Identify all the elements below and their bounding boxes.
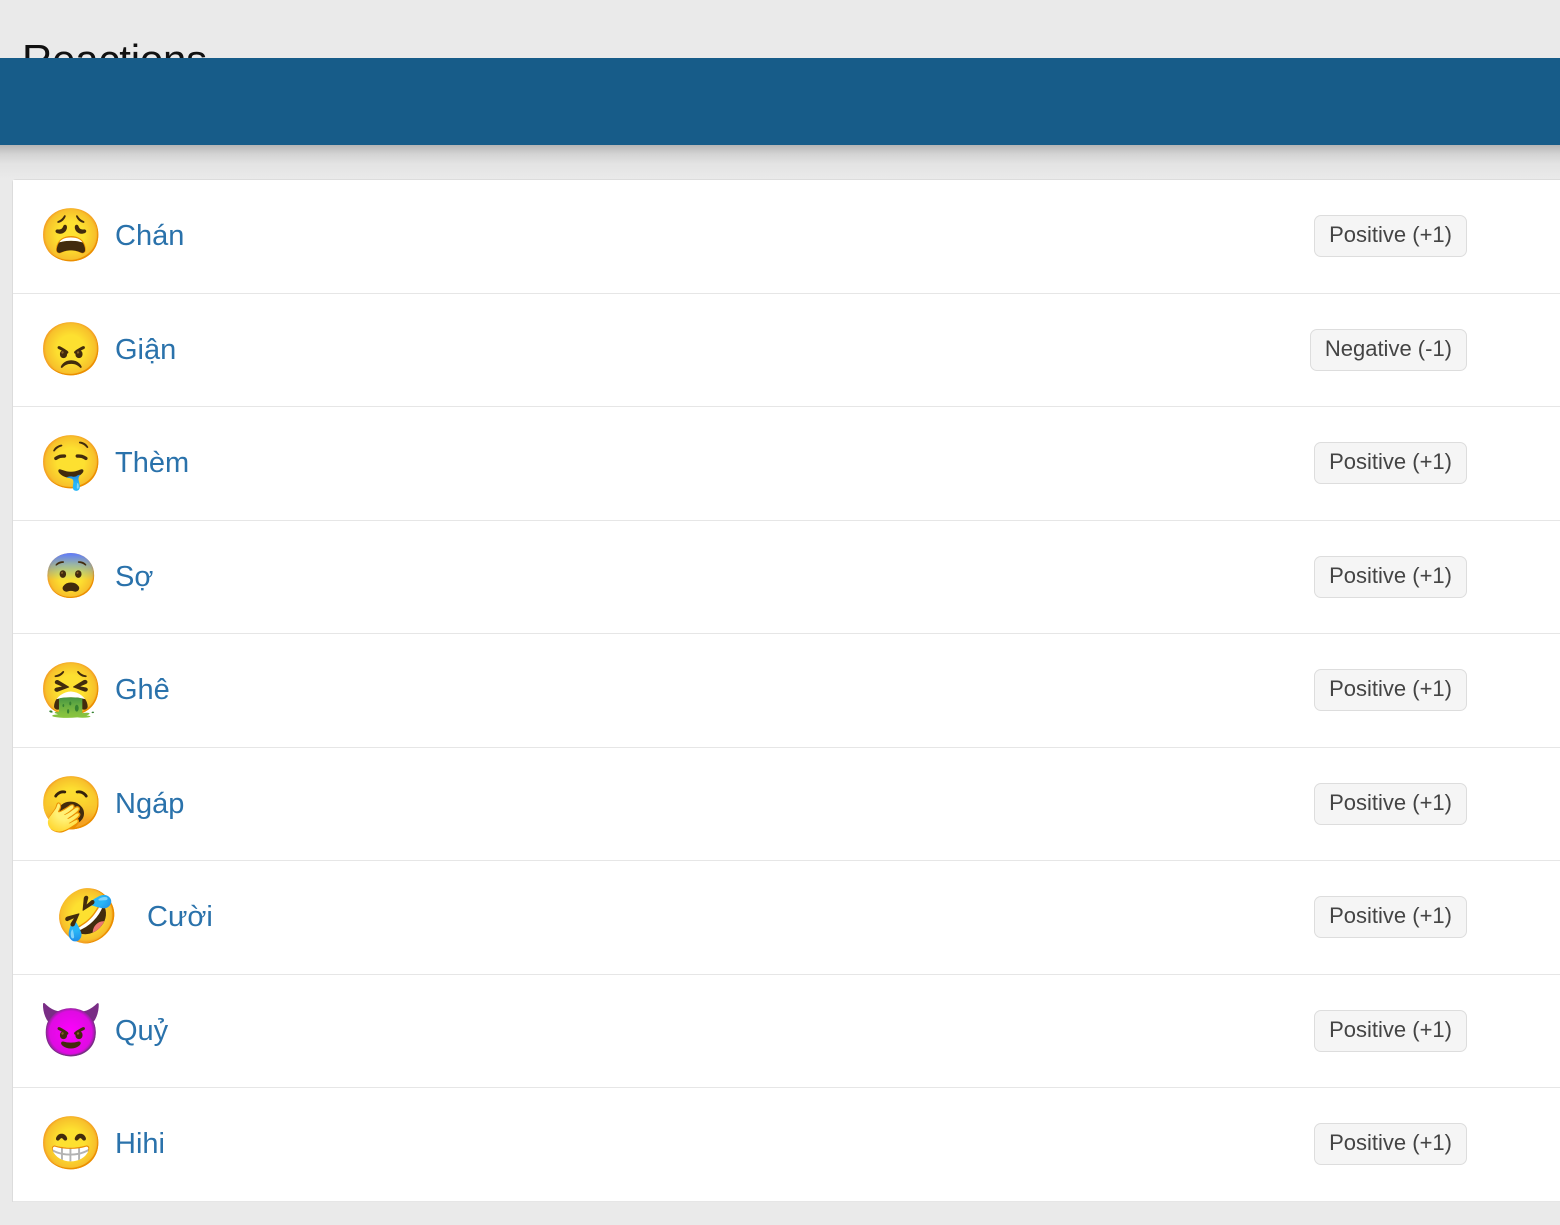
reaction-row-left: 🤤 Thèm — [13, 437, 1314, 489]
toolbar-shadow — [0, 145, 1560, 179]
sentiment-badge: Positive (+1) — [1314, 442, 1467, 485]
weary-face-emoji: 😩 — [38, 207, 104, 266]
reaction-row-left: 😨 Sợ — [13, 551, 1314, 601]
reaction-row-right: Positive (+1) — [1314, 1009, 1560, 1052]
grinning-face-big-eyes-emoji: 😁 — [38, 1115, 104, 1174]
reaction-row-right: Negative (-1) — [1309, 328, 1560, 371]
drooling-face-emoji: 🤤 — [38, 434, 104, 493]
face-vomiting-emoji: 🤮 — [38, 661, 104, 720]
reaction-name-link[interactable]: Sợ — [115, 560, 153, 594]
reaction-name-link[interactable]: Quỷ — [115, 1014, 168, 1048]
reaction-row-right: Positive (+1) — [1314, 1123, 1560, 1166]
reactions-list-card: 😩 Chán Positive (+1) 😠 Giận Negative (-1) 🤤 Thè… — [12, 179, 1560, 1202]
reaction-row[interactable]: 🤣 Cười Positive (+1) — [13, 861, 1560, 975]
sentiment-badge: Positive (+1) — [1314, 669, 1467, 712]
reaction-row-left: 😁 Hihi — [13, 1118, 1314, 1170]
reaction-name-link[interactable]: Thèm — [115, 446, 189, 480]
reaction-name-link[interactable]: Chán — [115, 219, 184, 253]
reaction-row-left: 🤮 Ghê — [13, 664, 1314, 716]
reaction-row-right: Positive (+1) — [1314, 896, 1560, 939]
sentiment-badge: Negative (-1) — [1309, 328, 1467, 371]
fearful-face-emoji: 😨 — [43, 551, 99, 601]
reaction-row[interactable]: 🤮 Ghê Positive (+1) — [13, 634, 1560, 748]
reaction-name-link[interactable]: Giận — [115, 333, 176, 367]
angry-face-emoji: 😠 — [38, 320, 104, 379]
reaction-row-right: Positive (+1) — [1314, 555, 1560, 598]
reaction-row[interactable]: 😩 Chán Positive (+1) — [13, 180, 1560, 294]
page-root: Reactions 😩ChánPositive (+1)😠GiậnNegativ… — [0, 0, 1560, 1225]
sentiment-badge: Positive (+1) — [1314, 1123, 1467, 1166]
sticky-toolbar — [0, 58, 1560, 145]
sentiment-badge: Positive (+1) — [1314, 782, 1467, 825]
reaction-row[interactable]: 🤤 Thèm Positive (+1) — [13, 407, 1560, 521]
smiling-face-with-horns-emoji: 😈 — [38, 1001, 104, 1060]
reaction-name-link[interactable]: Cười — [147, 900, 213, 934]
reaction-name-link[interactable]: Ghê — [115, 673, 170, 707]
sentiment-badge: Positive (+1) — [1314, 555, 1467, 598]
sentiment-badge: Positive (+1) — [1314, 215, 1467, 258]
reaction-row-right: Positive (+1) — [1314, 215, 1560, 258]
yawning-face-emoji: 🥱 — [38, 774, 104, 833]
reaction-row[interactable]: 😨 Sợ Positive (+1) — [13, 520, 1560, 634]
reaction-row-right: Positive (+1) — [1314, 782, 1560, 825]
reaction-row-left: 😩 Chán — [13, 210, 1314, 262]
reaction-name-link[interactable]: Hihi — [115, 1127, 165, 1161]
sentiment-badge: Positive (+1) — [1314, 1009, 1467, 1052]
reaction-row-right: Positive (+1) — [1314, 669, 1560, 712]
reaction-name-link[interactable]: Ngáp — [115, 787, 184, 821]
reaction-row-right: Positive (+1) — [1314, 442, 1560, 485]
reaction-row-left: 😈 Quỷ — [13, 1005, 1314, 1057]
reaction-row[interactable]: 😁 Hihi Positive (+1) — [13, 1088, 1560, 1202]
reaction-row-left: 😠 Giận — [13, 324, 1310, 376]
reaction-row[interactable]: 😠 Giận Negative (-1) — [13, 293, 1560, 407]
toolbar-content — [0, 58, 1560, 145]
reaction-row-left: 🤣 Cười — [13, 891, 1314, 943]
reaction-row[interactable]: 🥱 Ngáp Positive (+1) — [13, 747, 1560, 861]
rolling-on-floor-laughing-emoji: 🤣 — [54, 888, 120, 947]
reaction-row[interactable]: 😈 Quỷ Positive (+1) — [13, 974, 1560, 1088]
sentiment-badge: Positive (+1) — [1314, 896, 1467, 939]
reaction-row-left: 🥱 Ngáp — [13, 778, 1314, 830]
